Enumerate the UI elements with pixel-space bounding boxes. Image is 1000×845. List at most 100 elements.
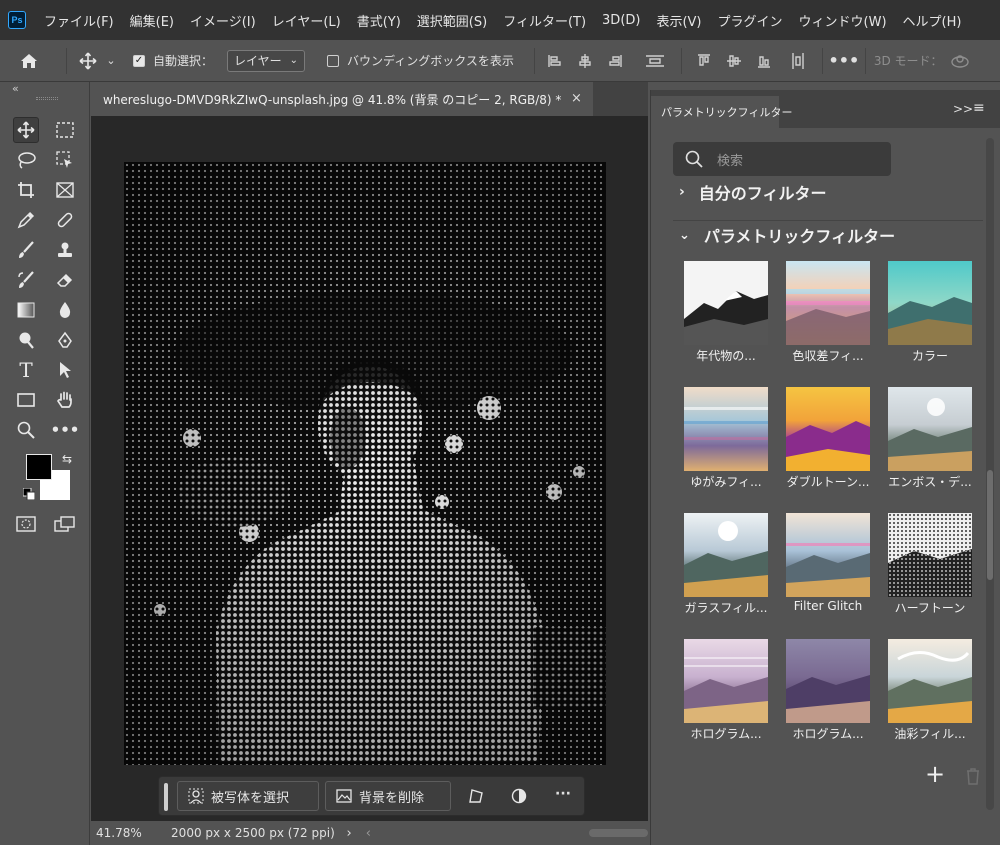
menu-type[interactable]: 書式(Y) xyxy=(349,11,409,30)
eyedropper-tool-icon[interactable] xyxy=(13,207,39,233)
bounding-box-label: バウンディングボックスを表示 xyxy=(347,54,514,68)
eraser-tool-icon[interactable] xyxy=(52,267,78,293)
search-field[interactable]: 検索 xyxy=(673,142,891,176)
frame-tool-icon[interactable] xyxy=(52,177,78,203)
photoshop-logo: Ps xyxy=(8,11,26,29)
toolbar-grip[interactable] xyxy=(36,97,58,100)
quick-mask-icon[interactable] xyxy=(13,511,39,537)
menu-edit[interactable]: 編集(E) xyxy=(122,11,182,30)
blur-tool-icon[interactable] xyxy=(52,297,78,323)
menu-select[interactable]: 選択範囲(S) xyxy=(409,11,495,30)
bounding-box-option[interactable]: バウンディングボックスを表示 xyxy=(327,52,514,69)
zoom-tool-icon[interactable] xyxy=(13,417,39,443)
filter-thumb-chromatic[interactable] xyxy=(786,261,870,345)
filter-thumb-distort[interactable] xyxy=(684,387,768,471)
trash-icon[interactable] xyxy=(965,767,981,789)
menu-image[interactable]: イメージ(I) xyxy=(182,11,264,30)
filter-thumb-hologram-2[interactable] xyxy=(786,639,870,723)
align-top-icon[interactable] xyxy=(696,52,712,70)
scroll-left-icon[interactable]: ‹ xyxy=(366,826,371,841)
menu-3d[interactable]: 3D(D) xyxy=(594,13,648,28)
crop-tool-icon[interactable] xyxy=(13,177,39,203)
align-left-icon[interactable] xyxy=(547,53,563,69)
marquee-tool-icon[interactable] xyxy=(52,117,78,143)
filter-thumb-vintage[interactable] xyxy=(684,261,768,345)
close-document-icon[interactable]: × xyxy=(571,91,582,106)
filter-thumb-emboss[interactable] xyxy=(888,387,972,471)
align-center-h-icon[interactable] xyxy=(577,53,593,69)
filter-thumb-hologram[interactable] xyxy=(684,639,768,723)
collapse-toolbar-icon[interactable]: « xyxy=(12,82,19,95)
distribute-v-icon[interactable] xyxy=(645,53,665,69)
screen-mode-icon[interactable] xyxy=(52,511,78,537)
dodge-tool-icon[interactable] xyxy=(13,327,39,353)
lasso-tool-icon[interactable] xyxy=(13,147,39,173)
filter-label: 色収差フィ... xyxy=(792,349,864,363)
panel-tab-parametric-filters[interactable]: パラメトリックフィルター xyxy=(651,96,792,128)
panel-scrollbar-thumb[interactable] xyxy=(987,470,993,580)
transform-icon[interactable] xyxy=(467,787,485,809)
menu-filter[interactable]: フィルター(T) xyxy=(495,11,594,30)
move-tool-icon[interactable] xyxy=(13,117,39,143)
align-right-icon[interactable] xyxy=(607,53,623,69)
filter-thumb-duotone[interactable] xyxy=(786,387,870,471)
filter-thumb-oil-paint[interactable] xyxy=(888,639,972,723)
my-filters-section[interactable]: › 自分のフィルター xyxy=(679,180,826,204)
document-tab[interactable]: whereslugo-DMVD9RkZIwQ-unsplash.jpg @ 41… xyxy=(91,82,593,116)
menu-view[interactable]: 表示(V) xyxy=(648,11,709,30)
stamp-tool-icon[interactable] xyxy=(52,237,78,263)
home-icon[interactable] xyxy=(0,53,58,69)
taskbar-handle[interactable] xyxy=(164,783,168,811)
collapse-panel-icon[interactable]: >> xyxy=(953,102,973,116)
bounding-box-checkbox[interactable] xyxy=(327,54,340,67)
3d-orbit-icon[interactable] xyxy=(949,52,971,70)
more-tools-icon[interactable]: ••• xyxy=(51,417,80,443)
select-subject-icon xyxy=(188,788,204,804)
hand-tool-icon[interactable] xyxy=(52,387,78,413)
filter-thumb-glass[interactable] xyxy=(684,513,768,597)
menu-file[interactable]: ファイル(F) xyxy=(36,11,122,30)
foreground-color-swatch[interactable] xyxy=(26,454,52,480)
gradient-tool-icon[interactable] xyxy=(13,297,39,323)
chevron-down-icon[interactable]: ⌄ xyxy=(101,54,121,67)
auto-select-option[interactable]: ✓ 自動選択： xyxy=(133,52,213,69)
filter-label: ホログラム... xyxy=(792,727,864,741)
more-options-icon[interactable]: ••• xyxy=(829,51,860,70)
brush-tool-icon[interactable] xyxy=(13,237,39,263)
path-select-icon[interactable] xyxy=(52,357,78,383)
type-tool-icon[interactable]: T xyxy=(13,357,39,383)
select-subject-button[interactable]: 被写体を選択 xyxy=(177,781,319,811)
panel-menu-icon[interactable]: ≡ xyxy=(973,100,985,116)
parametric-filters-section[interactable]: ⌄ パラメトリックフィルター xyxy=(679,223,895,247)
adjustment-icon[interactable] xyxy=(511,788,527,808)
pen-tool-icon[interactable] xyxy=(52,327,78,353)
menu-window[interactable]: ウィンドウ(W) xyxy=(791,11,895,30)
menu-layer[interactable]: レイヤー(L) xyxy=(264,11,349,30)
menu-help[interactable]: ヘルプ(H) xyxy=(895,11,970,30)
distribute-h-icon[interactable] xyxy=(790,52,806,70)
divider xyxy=(66,47,67,74)
more-options-icon[interactable]: ··· xyxy=(555,786,571,802)
filter-label: Filter Glitch xyxy=(793,599,863,613)
rectangle-tool-icon[interactable] xyxy=(13,387,39,413)
remove-background-button[interactable]: 背景を削除 xyxy=(325,781,451,811)
zoom-level[interactable]: 41.78% xyxy=(96,826,159,840)
move-tool-icon[interactable] xyxy=(75,51,101,70)
swap-colors-icon[interactable]: ⇆ xyxy=(62,452,72,466)
auto-select-checkbox[interactable]: ✓ xyxy=(133,54,145,67)
align-bottom-icon[interactable] xyxy=(756,52,772,70)
auto-select-target-dropdown[interactable]: レイヤー ⌄ xyxy=(227,49,306,72)
menu-plugins[interactable]: プラグイン xyxy=(710,11,791,30)
document-canvas[interactable] xyxy=(124,162,606,765)
filter-thumb-color[interactable] xyxy=(888,261,972,345)
filter-thumb-halftone[interactable] xyxy=(888,513,972,597)
filter-thumb-glitch[interactable] xyxy=(786,513,870,597)
status-menu-icon[interactable]: › xyxy=(347,826,352,841)
healing-brush-icon[interactable] xyxy=(52,207,78,233)
add-filter-icon[interactable]: + xyxy=(925,760,945,788)
default-colors-icon[interactable] xyxy=(22,487,36,501)
history-brush-icon[interactable] xyxy=(13,267,39,293)
align-middle-icon[interactable] xyxy=(726,52,742,70)
horizontal-scrollbar[interactable] xyxy=(588,829,648,837)
object-select-tool-icon[interactable] xyxy=(52,147,78,173)
